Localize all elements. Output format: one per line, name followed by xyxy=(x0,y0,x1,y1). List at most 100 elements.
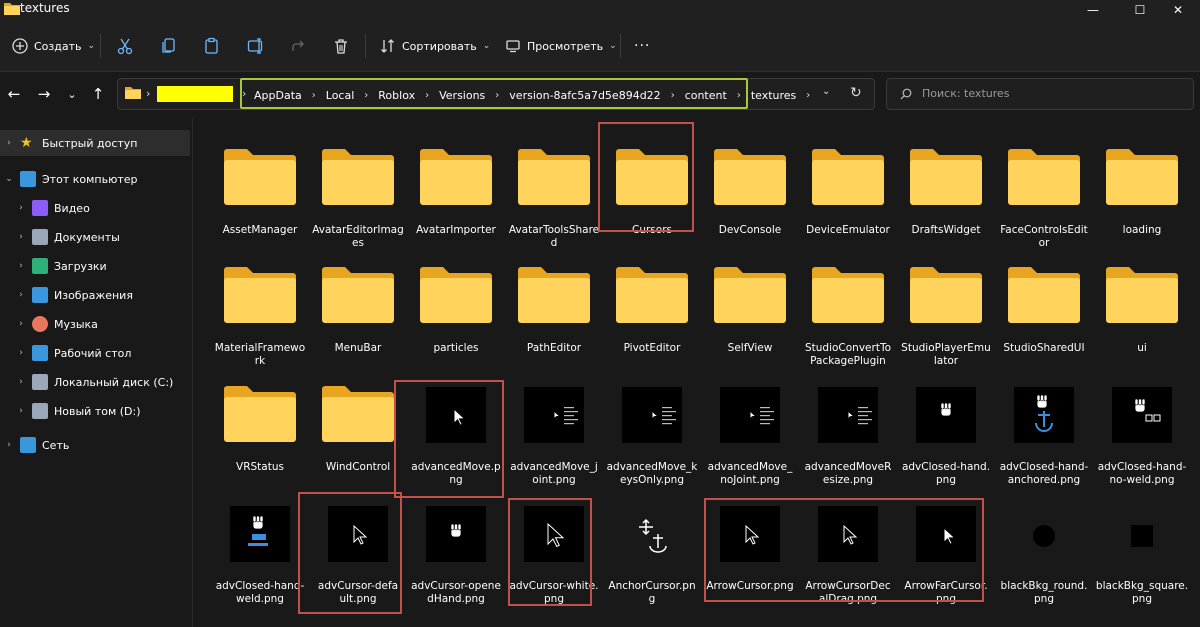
chevron-right-icon[interactable]: › xyxy=(14,261,28,271)
sidebar-item[interactable]: › Локальный диск (C:) xyxy=(0,369,190,395)
sidebar-item[interactable]: › Изображения xyxy=(0,282,190,308)
folder-item[interactable]: PivotEditor xyxy=(604,248,700,366)
folder-item[interactable]: DevConsole xyxy=(702,130,798,248)
folder-item[interactable]: MaterialFramewo rk xyxy=(212,248,308,367)
address-dropdown-icon[interactable]: ⌄ xyxy=(822,86,830,97)
paste-button[interactable] xyxy=(203,32,221,60)
delete-icon xyxy=(335,38,347,54)
file-item[interactable]: advClosed-hand. png xyxy=(898,367,994,486)
close-button[interactable]: ✕ xyxy=(1155,0,1200,20)
breadcrumb-item[interactable]: Versions xyxy=(439,89,485,102)
folder-item[interactable]: DeviceEmulator xyxy=(800,130,896,248)
chevron-right-icon[interactable]: › xyxy=(2,138,16,148)
copy-button[interactable] xyxy=(160,32,178,60)
breadcrumb-item[interactable]: content xyxy=(685,89,727,102)
folder-item[interactable]: StudioConvertTo PackagePlugin xyxy=(800,248,896,368)
folder-item[interactable]: Cursors xyxy=(604,130,700,248)
recent-locations-button[interactable]: ⌄ xyxy=(61,83,83,105)
sidebar-item[interactable]: › Загрузки xyxy=(0,253,190,279)
chevron-right-icon[interactable]: › xyxy=(425,90,429,101)
sidebar-item[interactable]: › Музыка xyxy=(0,311,190,337)
file-item[interactable]: ArrowCursorDec alDrag.png xyxy=(800,486,896,605)
more-options-button[interactable]: ··· xyxy=(634,32,650,60)
folder-item[interactable]: PathEditor xyxy=(506,248,602,366)
folder-item[interactable]: AvatarToolsShare d xyxy=(506,130,602,249)
folder-item[interactable]: AvatarEditorImag es xyxy=(310,130,406,249)
new-button-label: Создать xyxy=(34,39,82,53)
up-button[interactable]: ↑ xyxy=(87,83,109,105)
chevron-right-icon[interactable]: › xyxy=(14,319,28,329)
file-item[interactable]: ArrowCursor.png xyxy=(702,486,798,604)
folder-item[interactable]: AssetManager xyxy=(212,130,308,248)
breadcrumb-item[interactable]: Roblox xyxy=(378,89,415,102)
breadcrumb-item[interactable]: AppData xyxy=(254,89,302,102)
folder-item[interactable]: AvatarImporter xyxy=(408,130,504,248)
sidebar-item[interactable]: › Рабочий стол xyxy=(0,340,190,366)
sidebar-item[interactable]: › ★ Быстрый доступ xyxy=(0,130,190,156)
folder-item[interactable]: SelfView xyxy=(702,248,798,366)
file-item[interactable]: ArrowFarCursor. png xyxy=(898,486,994,605)
chevron-right-icon[interactable]: › xyxy=(14,348,28,358)
file-item[interactable]: advCursor-defa ult.png xyxy=(310,486,406,605)
cut-icon xyxy=(117,38,133,55)
chevron-right-icon[interactable]: › xyxy=(14,232,28,242)
file-item[interactable]: advClosed-hand-no-weld.png xyxy=(1094,367,1190,486)
folder-item[interactable]: particles xyxy=(408,248,504,366)
folder-item[interactable]: loading xyxy=(1094,130,1190,248)
folder-item[interactable]: VRStatus xyxy=(212,367,308,485)
folder-item[interactable]: FaceControlsEdit or xyxy=(996,130,1092,249)
folder-item[interactable]: StudioPlayerEmu lator xyxy=(898,248,994,367)
chevron-right-icon[interactable]: › xyxy=(495,90,499,101)
forward-button[interactable]: → xyxy=(33,83,55,105)
sidebar-item[interactable]: › Сеть xyxy=(0,432,190,458)
folder-icon xyxy=(616,267,688,323)
file-name: StudioConvertTo PackagePlugin xyxy=(800,342,896,368)
folder-item[interactable]: MenuBar xyxy=(310,248,406,366)
chevron-right-icon[interactable]: › xyxy=(2,440,16,450)
breadcrumb-item[interactable]: textures xyxy=(751,89,796,102)
breadcrumb-item[interactable]: Local xyxy=(326,89,355,102)
folder-item[interactable]: ui xyxy=(1094,248,1190,366)
chevron-right-icon[interactable]: › xyxy=(312,90,316,101)
sidebar-item[interactable]: › Новый том (D:) xyxy=(0,398,190,424)
file-item[interactable]: advancedMove_ noJoint.png xyxy=(702,367,798,486)
chevron-right-icon[interactable]: › xyxy=(14,290,28,300)
share-button[interactable] xyxy=(290,32,306,60)
chevron-right-icon[interactable]: › xyxy=(737,90,741,101)
chevron-right-icon[interactable]: › xyxy=(364,90,368,101)
folder-item[interactable]: WindControl xyxy=(310,367,406,485)
file-item[interactable]: advancedMove_j oint.png xyxy=(506,367,602,486)
sidebar-item[interactable]: › Видео xyxy=(0,195,190,221)
file-item[interactable]: advCursor-white. png xyxy=(506,486,602,605)
file-item[interactable]: advancedMove.p ng xyxy=(408,367,504,486)
file-item[interactable]: blackBkg_square. png xyxy=(1094,486,1190,605)
file-item[interactable]: advClosed-hand-weld.png xyxy=(212,486,308,605)
file-item[interactable]: advClosed-hand-anchored.png xyxy=(996,367,1092,486)
sidebar-item[interactable]: ⌄ Этот компьютер xyxy=(0,166,190,192)
file-item[interactable]: blackBkg_round. png xyxy=(996,486,1092,605)
rename-button[interactable] xyxy=(247,32,265,60)
cut-button[interactable] xyxy=(116,32,134,60)
back-button[interactable]: ← xyxy=(3,83,25,105)
file-item[interactable]: AnchorCursor.pn g xyxy=(604,486,700,605)
file-item[interactable]: advancedMoveR esize.png xyxy=(800,367,896,486)
sidebar-item[interactable]: › Документы xyxy=(0,224,190,250)
view-button[interactable]: Просмотреть ⌄ xyxy=(505,32,617,60)
chevron-down-icon[interactable]: ⌄ xyxy=(2,174,16,184)
chevron-right-icon[interactable]: › xyxy=(14,203,28,213)
minimize-button[interactable]: — xyxy=(1070,0,1116,20)
file-item[interactable]: advCursor-opene dHand.png xyxy=(408,486,504,605)
folder-item[interactable]: DraftsWidget xyxy=(898,130,994,248)
chevron-right-icon[interactable]: › xyxy=(806,90,810,101)
chevron-right-icon[interactable]: › xyxy=(14,377,28,387)
chevron-right-icon[interactable]: › xyxy=(14,406,28,416)
breadcrumb-item[interactable]: version-8afc5a7d5e894d22 xyxy=(509,89,660,102)
delete-button[interactable] xyxy=(333,32,349,60)
sort-button[interactable]: Сортировать ⌄ xyxy=(380,32,490,60)
chevron-right-icon[interactable]: › xyxy=(671,90,675,101)
refresh-icon[interactable]: ↻ xyxy=(850,85,862,101)
file-item[interactable]: advancedMove_k eysOnly.png xyxy=(604,367,700,486)
folder-item[interactable]: StudioSharedUI xyxy=(996,248,1092,366)
file-name: VRStatus xyxy=(212,461,308,474)
new-button[interactable]: Создать ⌄ xyxy=(12,32,95,60)
